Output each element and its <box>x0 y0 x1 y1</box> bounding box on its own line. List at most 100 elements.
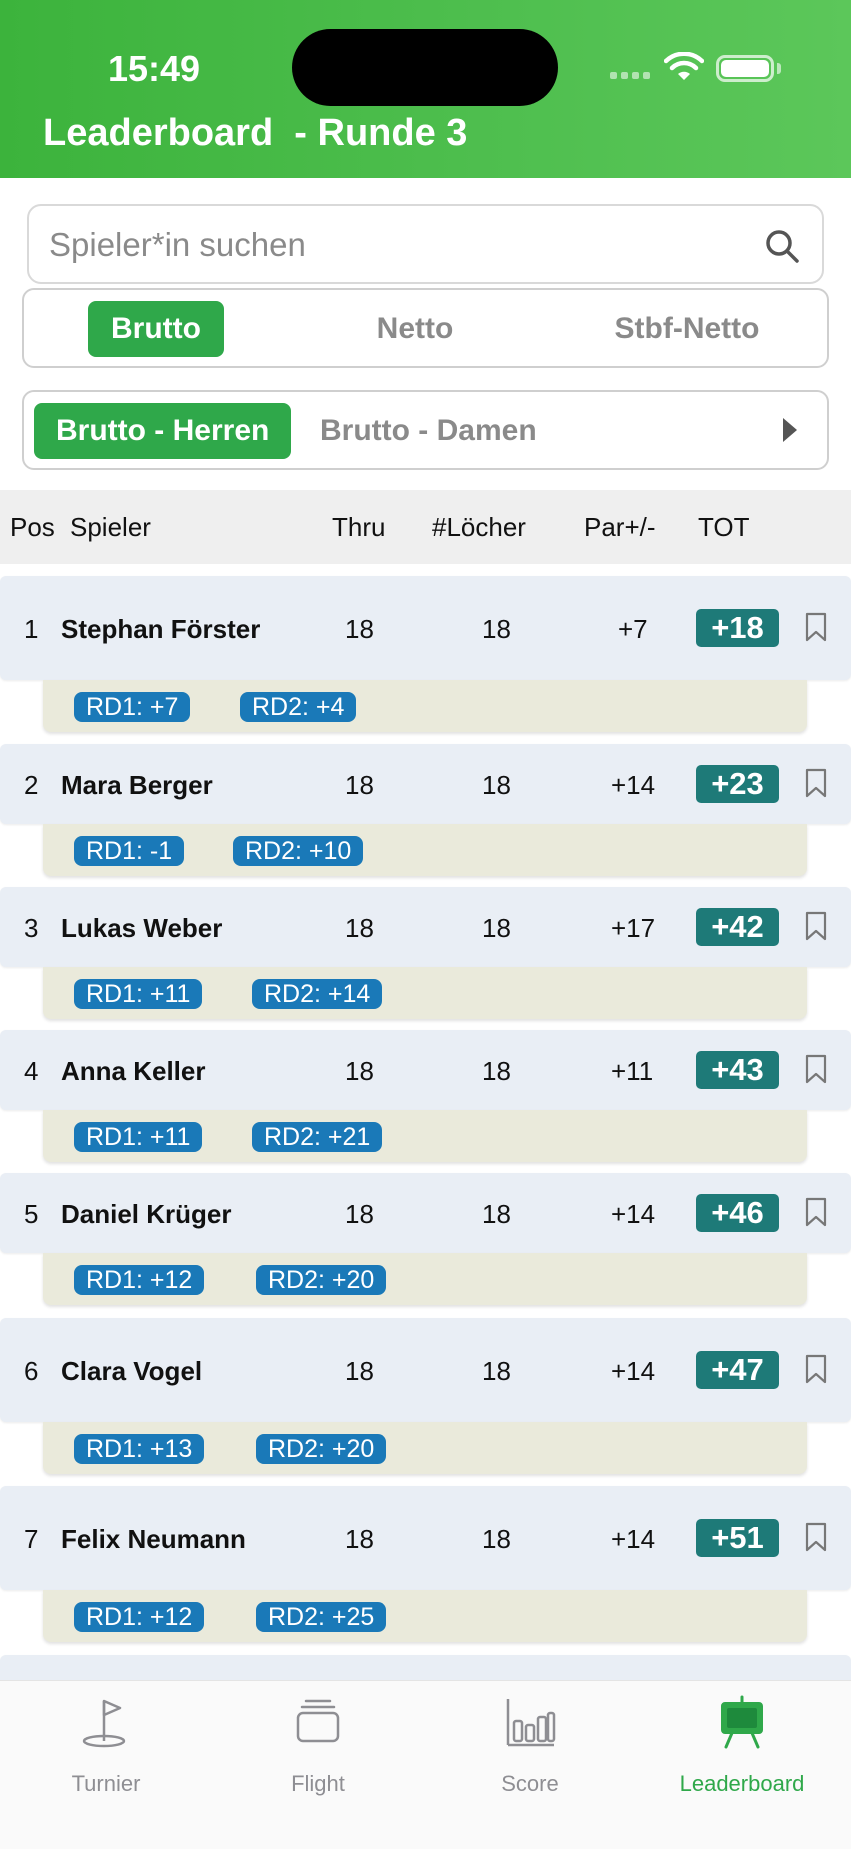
tot-badge: +46 <box>696 1194 779 1232</box>
tab-label: Score <box>501 1771 559 1796</box>
search-bar[interactable] <box>27 204 824 284</box>
row-par: +11 <box>611 1056 654 1086</box>
round-scores: RD1: +12 RD2: +20 <box>43 1253 807 1305</box>
round-chip: RD2: +20 <box>256 1265 387 1295</box>
row-position: 2 <box>24 770 39 800</box>
header-par: Par+/- <box>584 512 656 542</box>
header-thru: Thru <box>332 512 386 542</box>
search-icon[interactable] <box>764 228 800 264</box>
round-chip: RD1: +11 <box>74 1122 203 1152</box>
row-thru: 18 <box>345 913 374 943</box>
row-position: 7 <box>24 1524 39 1554</box>
bookmark-icon[interactable] <box>805 1197 827 1227</box>
round-scores: RD1: +11 RD2: +14 <box>43 967 807 1019</box>
row-position: 6 <box>24 1356 39 1386</box>
bookmark-icon[interactable] <box>805 612 827 642</box>
tab-leaderboard[interactable]: Leaderboard <box>636 1681 848 1801</box>
tab-flight[interactable]: Flight <box>212 1681 424 1801</box>
tab-turnier[interactable]: Turnier <box>0 1681 212 1801</box>
scroll-right-arrow-icon[interactable] <box>783 418 797 442</box>
category-selector: Brutto - Herren Brutto - Damen <box>22 390 829 470</box>
tab-label: Turnier <box>71 1771 141 1796</box>
row-position: 1 <box>24 614 39 644</box>
easel-icon <box>721 1695 763 1749</box>
row-holes: 18 <box>482 614 511 644</box>
stack-icon <box>296 1699 340 1743</box>
tot-badge: +47 <box>696 1351 779 1389</box>
row-par: +14 <box>611 770 656 800</box>
wifi-icon <box>664 52 704 80</box>
player-name: Felix Neumann <box>61 1524 246 1554</box>
battery-icon <box>716 55 774 82</box>
page-title: Leaderboard - Runde 3 <box>43 112 468 154</box>
row-holes: 18 <box>482 1056 511 1086</box>
row-holes: 18 <box>482 913 511 943</box>
round-chip: RD2: +10 <box>233 836 364 866</box>
player-name: Clara Vogel <box>61 1356 203 1386</box>
round-chip: RD2: +21 <box>252 1122 383 1152</box>
category-brutto-damen[interactable]: Brutto - Damen <box>320 403 537 459</box>
player-name: Anna Keller <box>61 1056 206 1086</box>
bookmark-icon[interactable] <box>805 911 827 941</box>
row-position: 3 <box>24 913 39 943</box>
player-name: Stephan Förster <box>61 614 261 644</box>
tab-brutto[interactable]: Brutto <box>88 301 224 357</box>
tab-stbf-netto[interactable]: Stbf-Netto <box>572 301 802 357</box>
category-brutto-herren[interactable]: Brutto - Herren <box>34 403 292 459</box>
tab-score[interactable]: Score <box>424 1681 636 1801</box>
row-thru: 18 <box>345 1056 374 1086</box>
table-header: Pos Spieler Thru #Löcher Par+/- TOT <box>0 490 851 564</box>
row-par: +14 <box>611 1524 656 1554</box>
tot-badge: +43 <box>696 1051 779 1089</box>
row-par: +14 <box>611 1356 656 1386</box>
cellular-signal-icon <box>610 72 650 79</box>
round-chip: RD2: +14 <box>252 979 383 1009</box>
dynamic-island <box>292 29 558 106</box>
round-scores: RD1: +12 RD2: +25 <box>43 1590 807 1642</box>
row-par: +7 <box>618 614 648 644</box>
row-holes: 18 <box>482 1199 511 1229</box>
tot-badge: +42 <box>696 908 779 946</box>
round-chip: RD2: +25 <box>256 1602 387 1632</box>
tot-badge: +18 <box>696 609 779 647</box>
bookmark-icon[interactable] <box>805 1354 827 1384</box>
round-chip: RD1: +11 <box>74 979 203 1009</box>
search-input[interactable] <box>49 220 749 270</box>
round-chip: RD2: +20 <box>256 1434 387 1464</box>
round-chip: RD1: +13 <box>74 1434 205 1464</box>
round-chip: RD1: +12 <box>74 1265 205 1295</box>
header-holes: #Löcher <box>432 512 526 542</box>
row-thru: 18 <box>345 1199 374 1229</box>
round-scores: RD1: +11 RD2: +21 <box>43 1110 807 1162</box>
tot-badge: +51 <box>696 1519 779 1557</box>
bookmark-icon[interactable] <box>805 1522 827 1552</box>
round-scores: RD1: -1 RD2: +10 <box>43 824 807 876</box>
row-thru: 18 <box>345 1524 374 1554</box>
row-holes: 18 <box>482 1524 511 1554</box>
mode-segmented-control: Brutto Netto Stbf-Netto <box>22 288 829 368</box>
row-position: 4 <box>24 1056 39 1086</box>
row-thru: 18 <box>345 770 374 800</box>
header-player: Spieler <box>70 512 151 542</box>
header-tot: TOT <box>698 512 750 542</box>
player-name: Mara Berger <box>61 770 213 800</box>
player-name: Lukas Weber <box>61 913 223 943</box>
flag-icon <box>82 1699 126 1748</box>
row-thru: 18 <box>345 1356 374 1386</box>
tab-netto[interactable]: Netto <box>330 301 500 357</box>
tab-bar: Turnier Flight Score Leaderboard <box>0 1680 851 1849</box>
row-holes: 18 <box>482 1356 511 1386</box>
header-pos: Pos <box>10 512 55 542</box>
bookmark-icon[interactable] <box>805 1054 827 1084</box>
app-header: 15:49 Leaderboard - Runde 3 <box>0 0 851 178</box>
round-chip: RD1: -1 <box>74 836 185 866</box>
tot-badge: +23 <box>696 765 779 803</box>
round-chip: RD2: +4 <box>240 692 357 722</box>
round-chip: RD1: +12 <box>74 1602 205 1632</box>
bookmark-icon[interactable] <box>805 768 827 798</box>
round-scores: RD1: +13 RD2: +20 <box>43 1422 807 1474</box>
round-chip: RD1: +7 <box>74 692 191 722</box>
status-time: 15:49 <box>108 48 201 89</box>
player-name: Daniel Krüger <box>61 1199 232 1229</box>
tab-label: Leaderboard <box>679 1771 805 1796</box>
